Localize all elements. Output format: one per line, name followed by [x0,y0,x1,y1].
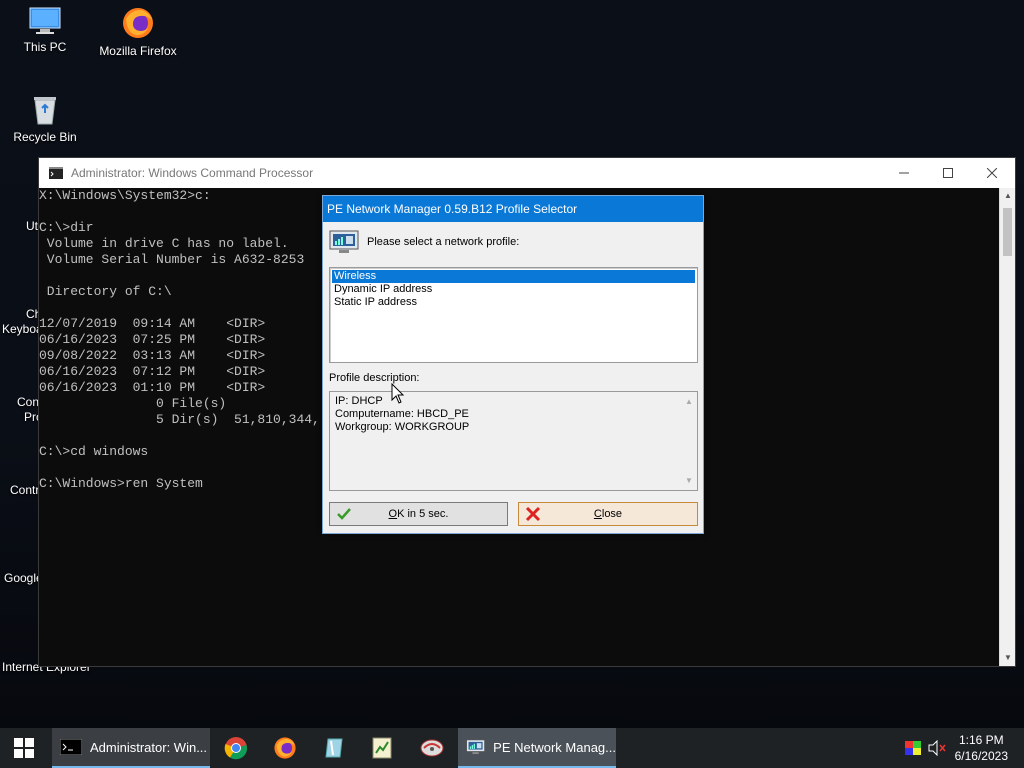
close-button-label: Close [593,508,623,520]
description-label: Profile description: [329,372,420,384]
desktop-icon-label: Mozilla Firefox [99,44,177,58]
desktop-icon-firefox[interactable]: Mozilla Firefox [90,6,186,58]
tray-volume-button[interactable] [926,728,948,768]
cmd-app-icon [49,167,63,179]
scroll-down-icon[interactable]: ▼ [685,474,693,487]
taskbar-pe-network-window[interactable]: PE Network Manag... [458,728,616,768]
taskbar-cmd-window[interactable]: Administrator: Win... [52,728,210,768]
color-display-icon [905,741,921,755]
dialog-prompt-row: Please select a network profile: [329,230,519,254]
profile-list[interactable]: Wireless Dynamic IP address Static IP addr… [329,267,698,363]
chrome-icon [224,737,248,760]
partial-desktop-label: Con [17,395,40,409]
start-button[interactable] [0,728,48,768]
network-manager-icon [329,230,359,253]
close-window-button[interactable] [969,158,1015,188]
volume-muted-icon [928,740,946,756]
firefox-icon [123,8,153,38]
scroll-up-icon[interactable]: ▲ [1000,188,1016,204]
taskbar-app-5[interactable] [408,728,456,768]
maximize-icon [943,168,953,178]
minimize-button[interactable] [881,158,927,188]
partial-desktop-label: Contr [10,483,40,497]
chart-notepad-icon [372,737,392,759]
ok-button[interactable]: OK in 5 sec. [329,502,508,526]
close-button[interactable]: Close [518,502,698,526]
taskbar: Administrator: Win... PE Network Manag..… [0,728,1024,768]
description-line: Computername: HBCD_PE [335,408,469,420]
close-icon [987,168,997,178]
profile-list-item[interactable]: Static IP address [332,296,695,309]
cmd-title: Administrator: Windows Command Processor [71,166,314,180]
description-line: IP: DHCP [335,395,383,407]
scroll-thumb[interactable] [1003,208,1012,256]
taskbar-app-4[interactable] [358,728,406,768]
mouse-cursor-icon [391,383,405,404]
dialog-title[interactable]: PE Network Manager 0.59.B12 Profile Sele… [323,196,703,222]
taskbar-window-label: Administrator: Win... [90,739,208,755]
scroll-up-icon[interactable]: ▲ [685,395,693,408]
network-profile-dialog[interactable]: PE Network Manager 0.59.B12 Profile Sele… [322,195,704,534]
firefox-icon [274,737,296,759]
cmd-titlebar[interactable]: Administrator: Windows Command Processor [39,158,1015,188]
description-line: Workgroup: WORKGROUP [335,421,470,433]
description-scrollbar[interactable]: ▲ ▼ [682,393,696,489]
taskbar-firefox[interactable] [261,728,309,768]
taskbar-chrome[interactable] [212,728,260,768]
glass-app-icon [325,738,343,758]
disk-tool-icon [420,739,444,757]
partial-desktop-label: Ut [26,219,38,233]
dialog-prompt: Please select a network profile: [367,236,520,248]
tray-display-icon-button[interactable] [902,728,924,768]
cmd-scrollbar[interactable]: ▲ ▼ [999,188,1015,666]
description-lines: IP: DHCP Computername: HBCD_PE Workgroup: … [335,395,692,434]
this-pc-icon [29,7,61,34]
partial-desktop-label: Keyboa [2,322,43,336]
windows-logo-icon [14,738,34,758]
partial-desktop-label: Google [4,571,43,585]
scroll-down-icon[interactable]: ▼ [1000,650,1016,666]
close-x-icon [525,506,541,522]
desktop-icon-recycle-bin[interactable]: Recycle Bin [0,94,93,144]
taskbar-clock[interactable]: 1:16 PM 6/16/2023 [955,732,1008,764]
checkmark-icon [337,508,351,520]
clock-time: 1:16 PM [958,733,1004,747]
maximize-button[interactable] [925,158,971,188]
desktop-icon-this-pc[interactable]: This PC [0,6,93,54]
cmd-app-icon [60,739,82,755]
taskbar-app-3[interactable] [310,728,358,768]
recycle-bin-icon [34,97,56,125]
taskbar-window-label: PE Network Manag... [493,739,616,755]
network-manager-icon [466,739,485,755]
profile-list-item[interactable]: Dynamic IP address [332,283,695,296]
desktop-icon-label: This PC [23,40,67,54]
profile-list-item[interactable]: Wireless [332,270,695,283]
profile-description-box: IP: DHCP Computername: HBCD_PE Workgroup: … [329,391,698,491]
desktop-icon-label: Recycle Bin [13,130,77,144]
ok-button-label: OK in 5 sec. [388,508,449,520]
clock-date: 6/16/2023 [954,749,1008,763]
minimize-icon [899,172,909,174]
